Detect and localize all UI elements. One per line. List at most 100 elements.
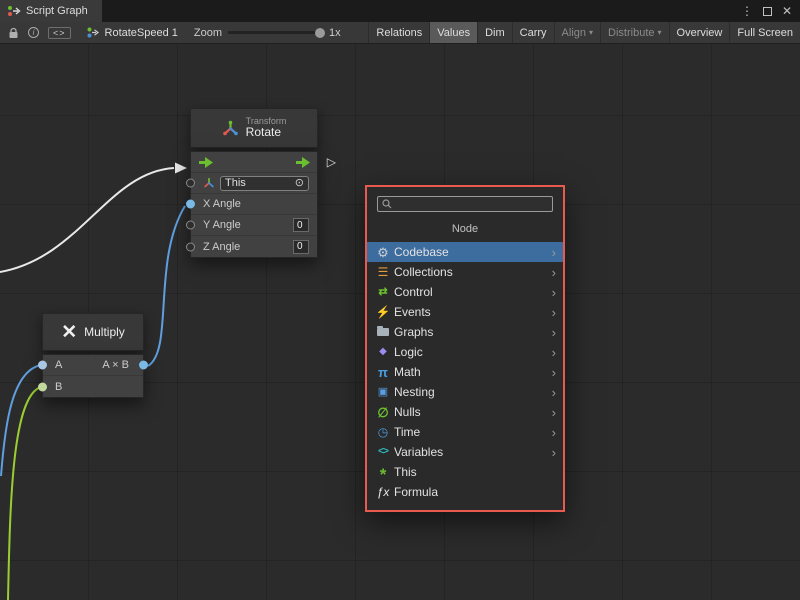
control-icon: ⇄ <box>375 287 391 298</box>
input-a-label: A <box>55 359 62 371</box>
finder-item-logic[interactable]: ◆ Logic › <box>367 342 563 362</box>
input-b-label: B <box>55 381 62 393</box>
finder-item-codebase[interactable]: ⚙ Codebase › <box>367 242 563 262</box>
input-a-port[interactable] <box>38 361 47 370</box>
x-angle-label: X Angle <box>203 198 241 210</box>
lock-icon[interactable] <box>8 27 19 39</box>
node-title: Rotate <box>246 126 287 140</box>
target-port[interactable] <box>186 179 195 188</box>
input-b-row: B <box>43 376 143 397</box>
tab-script-graph[interactable]: Script Graph <box>0 0 102 22</box>
search-input[interactable] <box>396 197 548 211</box>
values-button[interactable]: Values <box>429 22 477 43</box>
flow-row: ▷ <box>191 152 317 173</box>
z-angle-input[interactable]: 0 <box>293 240 309 254</box>
relations-button[interactable]: Relations <box>368 22 429 43</box>
z-angle-label: Z Angle <box>203 241 240 253</box>
zoom-label: Zoom <box>194 27 222 39</box>
finder-item-math[interactable]: π Math › <box>367 362 563 382</box>
dim-button[interactable]: Dim <box>477 22 512 43</box>
tab-bar: Script Graph ⋮ ✕ <box>0 0 800 22</box>
graph-breadcrumb-icon <box>87 27 100 38</box>
fullscreen-button[interactable]: Full Screen <box>729 22 800 43</box>
events-icon: ⚡ <box>375 306 391 318</box>
flow-output-arrow-icon[interactable] <box>296 157 311 168</box>
chevron-right-icon: › <box>552 346 556 359</box>
zoom-control: Zoom 1x <box>186 22 349 43</box>
input-b-port[interactable] <box>38 382 47 391</box>
this-icon: * <box>375 470 391 480</box>
z-angle-port[interactable] <box>186 242 195 251</box>
value-connection-multiply-to-xangle[interactable] <box>148 206 185 366</box>
zoom-slider[interactable] <box>228 31 323 34</box>
chevron-right-icon: › <box>552 386 556 399</box>
target-value: This <box>225 177 246 189</box>
finder-item-collections[interactable]: ☰ Collections › <box>367 262 563 282</box>
y-angle-label: Y Angle <box>203 219 241 231</box>
rotate-node-body: ▷ This ⊙ X Angle Y Angle <box>190 151 318 258</box>
chevron-down-icon: ▾ <box>658 28 662 37</box>
rotate-node[interactable]: Transform Rotate ▷ <box>190 108 318 258</box>
graph-canvas[interactable]: Transform Rotate ▷ <box>0 44 800 600</box>
object-picker-icon[interactable]: ⊙ <box>295 178 304 189</box>
chevron-right-icon: › <box>552 426 556 439</box>
y-angle-port[interactable] <box>186 221 195 230</box>
graphs-icon <box>375 328 391 336</box>
time-icon: ◷ <box>375 426 391 438</box>
multiply-node-header[interactable]: ✕ Multiply <box>42 313 144 351</box>
flow-arrowhead <box>175 163 187 174</box>
chevron-right-icon: › <box>552 246 556 259</box>
finder-item-variables[interactable]: <> Variables › <box>367 442 563 462</box>
value-connection-left-to-a[interactable] <box>1 365 41 476</box>
chevron-right-icon: › <box>552 306 556 319</box>
info-icon[interactable]: i <box>28 27 39 38</box>
x-angle-port[interactable] <box>186 200 195 209</box>
breadcrumb-label: RotateSpeed 1 <box>105 27 178 39</box>
chevron-right-icon: › <box>552 266 556 279</box>
variables-icon: <> <box>375 447 391 457</box>
chevron-right-icon: › <box>552 366 556 379</box>
x-angle-row: X Angle <box>191 194 317 215</box>
distribute-button[interactable]: Distribute▾ <box>600 22 668 43</box>
menu-icon[interactable]: ⋮ <box>741 5 753 17</box>
finder-item-formula[interactable]: ƒx Formula <box>367 482 563 502</box>
finder-item-graphs[interactable]: Graphs › <box>367 322 563 342</box>
tab-label: Script Graph <box>26 5 88 17</box>
multiply-node[interactable]: ✕ Multiply A A × B B <box>42 313 144 398</box>
multiply-node-body: A A × B B <box>42 354 144 398</box>
finder-item-nulls[interactable]: ∅ Nulls › <box>367 402 563 422</box>
y-angle-input[interactable]: 0 <box>293 218 309 232</box>
close-icon[interactable]: ✕ <box>782 5 792 17</box>
flow-input-arrow-icon[interactable] <box>199 157 214 168</box>
breadcrumb[interactable]: RotateSpeed 1 <box>79 22 186 43</box>
input-a-row: A A × B <box>43 355 143 376</box>
finder-item-this[interactable]: * This <box>367 462 563 482</box>
carry-button[interactable]: Carry <box>512 22 554 43</box>
nesting-icon: ▣ <box>375 387 391 398</box>
code-view-icon[interactable]: <> <box>48 27 71 39</box>
align-button[interactable]: Align▾ <box>554 22 600 43</box>
chevron-right-icon: › <box>552 326 556 339</box>
finder-header: Node <box>367 214 563 242</box>
multiply-icon: ✕ <box>61 323 77 342</box>
finder-item-events[interactable]: ⚡ Events › <box>367 302 563 322</box>
flow-connection-white[interactable] <box>0 168 174 272</box>
codebase-icon: ⚙ <box>375 246 391 259</box>
finder-item-time[interactable]: ◷ Time › <box>367 422 563 442</box>
formula-icon: ƒx <box>375 486 391 498</box>
transform-icon-small <box>203 177 215 189</box>
finder-search-box[interactable] <box>377 196 553 212</box>
zoom-slider-knob[interactable] <box>315 28 325 38</box>
target-row: This ⊙ <box>191 173 317 194</box>
z-angle-row: Z Angle 0 <box>191 236 317 257</box>
finder-item-control[interactable]: ⇄ Control › <box>367 282 563 302</box>
target-object-field[interactable]: This ⊙ <box>220 176 309 191</box>
maximize-icon[interactable] <box>763 7 772 16</box>
finder-item-nesting[interactable]: ▣ Nesting › <box>367 382 563 402</box>
rotate-node-header[interactable]: Transform Rotate <box>190 108 318 148</box>
value-connection-left-to-b[interactable] <box>8 387 41 600</box>
output-port[interactable] <box>139 361 148 370</box>
toolbar-left-group: i <> <box>0 22 79 43</box>
chevron-right-icon: › <box>552 286 556 299</box>
overview-button[interactable]: Overview <box>669 22 730 43</box>
